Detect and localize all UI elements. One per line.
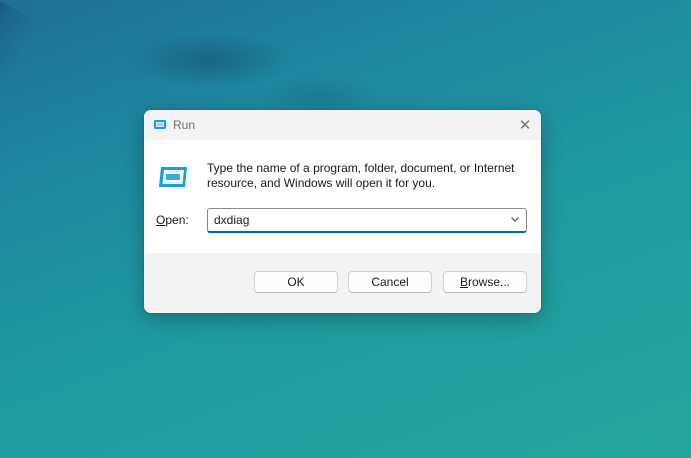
run-icon — [159, 167, 187, 187]
browse-accelerator: B — [459, 275, 468, 289]
open-input[interactable] — [214, 212, 494, 228]
ok-button[interactable]: OK — [254, 271, 338, 293]
close-button[interactable]: ✕ — [509, 110, 541, 140]
open-combobox[interactable] — [207, 208, 527, 233]
chevron-down-icon[interactable] — [510, 214, 520, 224]
run-icon — [154, 120, 166, 129]
close-icon: ✕ — [518, 117, 532, 134]
dialog-content: Type the name of a program, folder, docu… — [144, 140, 541, 253]
open-label-accelerator: O — [156, 213, 166, 227]
browse-button[interactable]: Browse... — [443, 271, 527, 293]
title-bar[interactable]: Run ✕ — [144, 110, 541, 140]
cancel-button[interactable]: Cancel — [348, 271, 432, 293]
run-dialog: Run ✕ Type the name of a program, folder… — [144, 110, 541, 313]
wallpaper-shore — [0, 0, 40, 217]
open-label-text: pen: — [165, 213, 189, 227]
open-label: Open: — [156, 213, 189, 227]
dialog-description: Type the name of a program, folder, docu… — [207, 161, 515, 190]
dialog-title: Run — [173, 118, 196, 132]
browse-label: rowse... — [468, 275, 511, 289]
button-bar: OK Cancel Browse... — [144, 253, 541, 313]
